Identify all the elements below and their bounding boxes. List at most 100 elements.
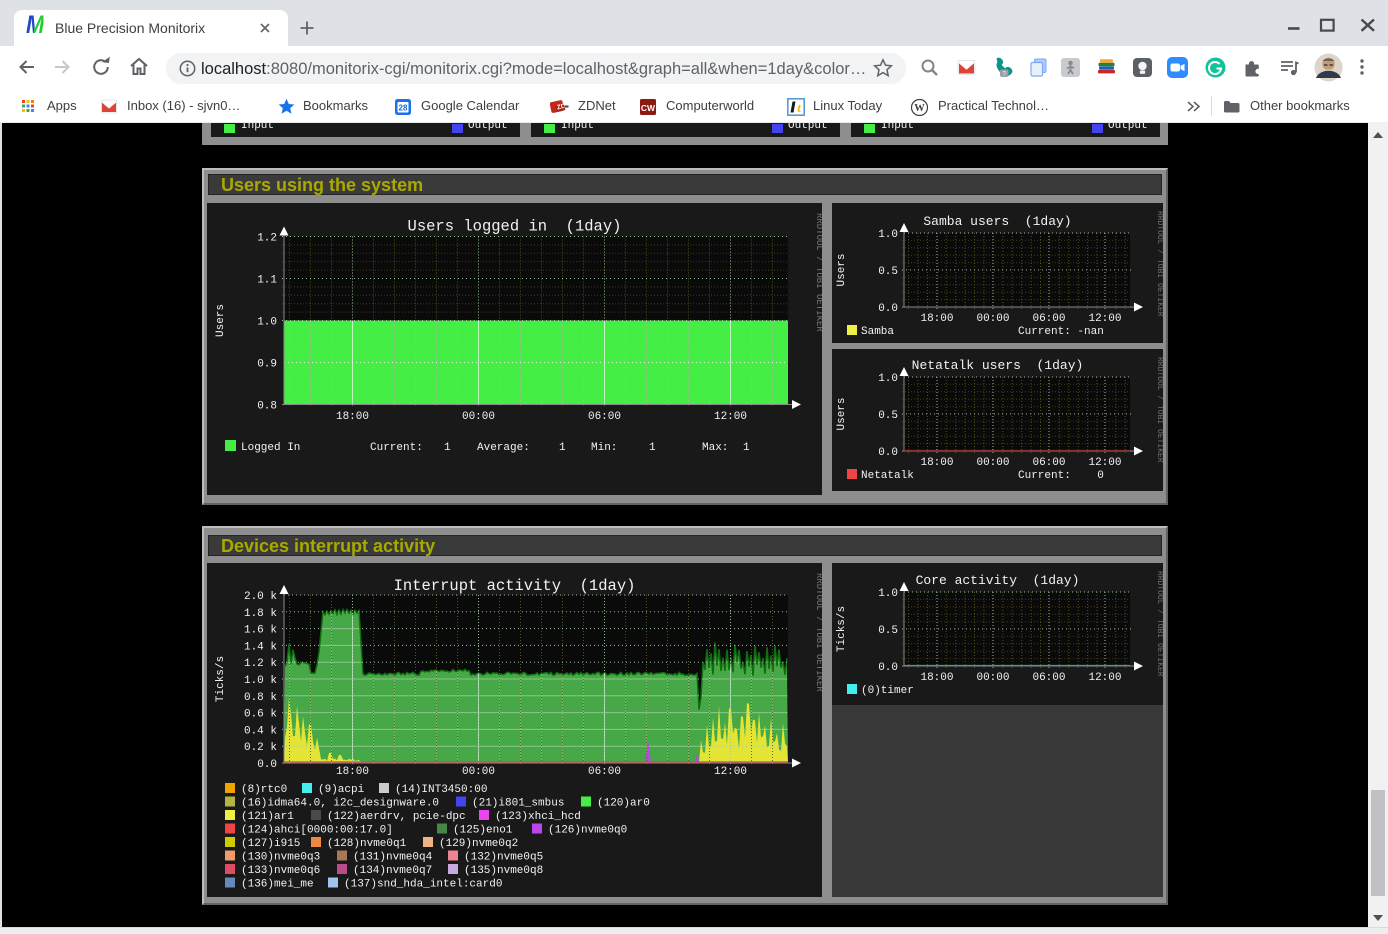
svg-text:RRDTOOL / TOBI OETIKER: RRDTOOL / TOBI OETIKER [1155,571,1163,677]
svg-text:Interrupt activity (1day): Interrupt activity (1day) [394,577,636,595]
svg-text:(132)nvme0q5: (132)nvme0q5 [464,852,543,864]
svg-text:1: 1 [444,442,451,454]
svg-text:(137)snd_hda_intel:card0: (137)snd_hda_intel:card0 [344,879,502,891]
svg-text:1.2: 1.2 [257,233,277,245]
svg-text:Current: -nan: Current: -nan [1018,326,1104,338]
svg-text:(123)xhci_hcd: (123)xhci_hcd [495,811,581,823]
svg-text:1.0: 1.0 [878,373,898,385]
svg-text:06:00: 06:00 [1032,457,1065,469]
svg-text:12:00: 12:00 [1088,457,1121,469]
svg-text:18:00: 18:00 [920,672,953,684]
svg-text:Average:: Average: [477,442,530,454]
svg-text:(129)nvme0q2: (129)nvme0q2 [439,838,518,850]
svg-text:Users logged in (1day): Users logged in (1day) [408,218,622,236]
svg-text:Ticks/s: Ticks/s [836,606,848,652]
svg-text:1.4 k: 1.4 k [244,641,277,653]
svg-text:1.0 k: 1.0 k [244,675,277,687]
svg-text:(133)nvme0q6: (133)nvme0q6 [241,865,320,877]
svg-text:Netatalk: Netatalk [861,470,914,482]
svg-text:1: 1 [559,442,566,454]
svg-text:18:00: 18:00 [336,766,369,778]
svg-text:Samba users (1day): Samba users (1day) [923,214,1071,229]
svg-text:0.9: 0.9 [257,359,277,371]
svg-text:Current:: Current: [370,442,423,454]
svg-text:CW: CW [641,103,656,113]
svg-text:Users: Users [836,253,848,286]
svg-text:Users: Users [836,397,848,430]
svg-text:1.2 k: 1.2 k [244,658,277,670]
svg-text:(16)idma64.0, i2c_designware.0: (16)idma64.0, i2c_designware.0 [241,798,439,810]
svg-text:0.8: 0.8 [257,401,277,413]
svg-text:18:00: 18:00 [920,313,953,325]
svg-text:RRDTOOL / TOBI OETIKER: RRDTOOL / TOBI OETIKER [814,213,822,332]
svg-text:(128)nvme0q1: (128)nvme0q1 [327,838,407,850]
svg-text:1.1: 1.1 [257,275,277,287]
svg-text:18:00: 18:00 [920,457,953,469]
svg-text:0.5: 0.5 [878,625,898,637]
svg-text:1.0: 1.0 [878,229,898,241]
svg-text:18:00: 18:00 [336,411,369,423]
svg-text:(14)INT3450:00: (14)INT3450:00 [395,784,487,796]
svg-text:06:00: 06:00 [588,411,621,423]
svg-text:RRDTOOL / TOBI OETIKER: RRDTOOL / TOBI OETIKER [1155,357,1163,463]
svg-text:0.8 k: 0.8 k [244,692,277,704]
svg-text:(0)timer: (0)timer [861,685,914,697]
svg-text:06:00: 06:00 [588,766,621,778]
svg-text:00:00: 00:00 [462,766,495,778]
svg-text:0.0: 0.0 [257,759,277,771]
svg-text:28: 28 [399,104,408,113]
svg-text:0.4 k: 0.4 k [244,725,277,737]
svg-text:Ticks/s: Ticks/s [215,656,227,702]
svg-text:(136)mei_me: (136)mei_me [241,879,314,891]
svg-text:W: W [914,103,925,114]
svg-text:1: 1 [743,442,750,454]
svg-text:(121)ar1: (121)ar1 [241,811,294,823]
svg-text:?: ? [1002,69,1006,78]
svg-text:(120)ar0: (120)ar0 [597,798,650,810]
svg-text:1.0: 1.0 [257,317,277,329]
svg-text:1.6 k: 1.6 k [244,625,277,637]
svg-text:12:00: 12:00 [714,766,747,778]
svg-text:t: t [797,100,801,115]
svg-text:1.8 k: 1.8 k [244,608,277,620]
svg-text:00:00: 00:00 [462,411,495,423]
svg-text:(21)i801_smbus: (21)i801_smbus [472,798,564,810]
svg-text:06:00: 06:00 [1032,313,1065,325]
svg-text:Min:: Min: [591,442,617,454]
svg-text:Netatalk users (1day): Netatalk users (1day) [912,358,1084,373]
svg-text:1: 1 [649,442,656,454]
svg-text:(131)nvme0q4: (131)nvme0q4 [353,852,433,864]
svg-text:1.0: 1.0 [878,588,898,600]
svg-text:00:00: 00:00 [976,457,1009,469]
svg-text:RRDTOOL / TOBI OETIKER: RRDTOOL / TOBI OETIKER [814,573,822,692]
svg-text:(125)eno1: (125)eno1 [453,825,513,837]
svg-text:Core activity (1day): Core activity (1day) [916,573,1080,588]
svg-text:2.0 k: 2.0 k [244,591,277,603]
svg-text:(9)acpi: (9)acpi [318,784,365,796]
svg-text:0.6 k: 0.6 k [244,709,277,721]
svg-text:Samba: Samba [861,326,894,338]
svg-text:(135)nvme0q8: (135)nvme0q8 [464,865,543,877]
svg-text:12:00: 12:00 [1088,313,1121,325]
svg-text:0.0: 0.0 [878,662,898,674]
svg-text:0.5: 0.5 [878,266,898,278]
svg-text:0.2 k: 0.2 k [244,742,277,754]
svg-text:(122)aerdrv, pcie-dpc: (122)aerdrv, pcie-dpc [327,811,466,823]
svg-text:(130)nvme0q3: (130)nvme0q3 [241,852,320,864]
svg-text:00:00: 00:00 [976,313,1009,325]
svg-text:Users: Users [215,304,227,337]
svg-text:(124)ahci[0000:00:17.0]: (124)ahci[0000:00:17.0] [241,825,393,837]
svg-text:0.0: 0.0 [878,447,898,459]
svg-text:(134)nvme0q7: (134)nvme0q7 [353,865,432,877]
svg-text:Max:: Max: [702,442,728,454]
svg-text:12:00: 12:00 [1088,672,1121,684]
svg-text:06:00: 06:00 [1032,672,1065,684]
svg-text:(8)rtc0: (8)rtc0 [241,784,287,796]
svg-text:RRDTOOL / TOBI OETIKER: RRDTOOL / TOBI OETIKER [1155,211,1163,317]
svg-text:0.5: 0.5 [878,410,898,422]
svg-text:(126)nvme0q0: (126)nvme0q0 [548,825,627,837]
svg-text:12:00: 12:00 [714,411,747,423]
svg-text:0.0: 0.0 [878,303,898,315]
svg-text:Current: 0: Current: 0 [1018,470,1104,482]
svg-text:Logged In: Logged In [241,442,300,454]
